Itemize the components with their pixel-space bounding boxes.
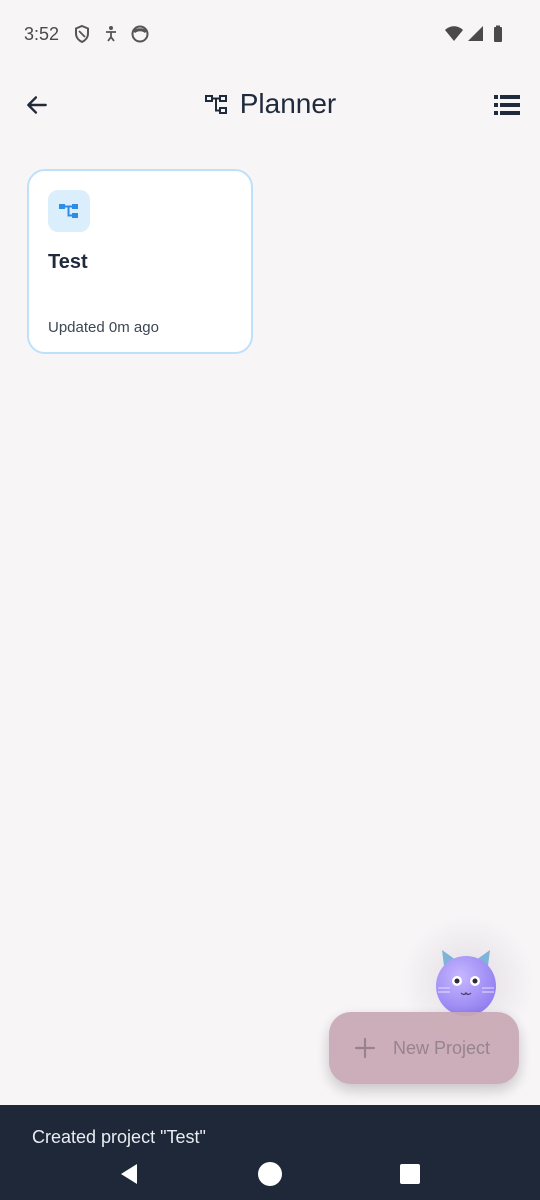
record-icon — [131, 25, 149, 43]
new-project-button[interactable]: New Project — [329, 1012, 519, 1084]
status-time: 3:52 — [24, 24, 60, 44]
nav-home-button[interactable] — [252, 1156, 288, 1192]
accessibility-icon — [106, 26, 116, 42]
shield-icon — [75, 24, 89, 44]
list-view-button[interactable] — [492, 90, 522, 120]
nav-back-button[interactable] — [111, 1156, 147, 1192]
title-group: Planner — [0, 70, 540, 140]
battery-icon — [494, 25, 502, 42]
new-project-label: New Project — [393, 1037, 491, 1058]
project-updated-time: Updated 0m ago — [48, 319, 159, 336]
project-name: Test — [48, 251, 88, 273]
snackbar-message: Created project "Test" — [32, 1127, 206, 1147]
page-title: Planner — [239, 88, 337, 119]
back-triangle-icon — [121, 1164, 137, 1184]
home-circle-icon — [258, 1162, 282, 1186]
plus-icon — [354, 1037, 376, 1059]
recents-square-icon — [400, 1164, 420, 1184]
signal-icon — [468, 26, 483, 41]
project-card[interactable]: Test Updated 0m ago — [27, 169, 253, 354]
project-tree-icon — [59, 204, 78, 218]
project-icon-container — [48, 190, 90, 232]
system-nav-bar — [0, 1150, 540, 1200]
wifi-icon — [445, 26, 463, 41]
project-tree-icon — [204, 95, 227, 114]
app-bar: Planner — [0, 70, 540, 140]
cat-mascot-icon[interactable] — [430, 946, 502, 1018]
status-bar: 3:52 — [0, 0, 540, 70]
list-view-icon — [494, 95, 520, 115]
nav-recents-button[interactable] — [392, 1156, 428, 1192]
